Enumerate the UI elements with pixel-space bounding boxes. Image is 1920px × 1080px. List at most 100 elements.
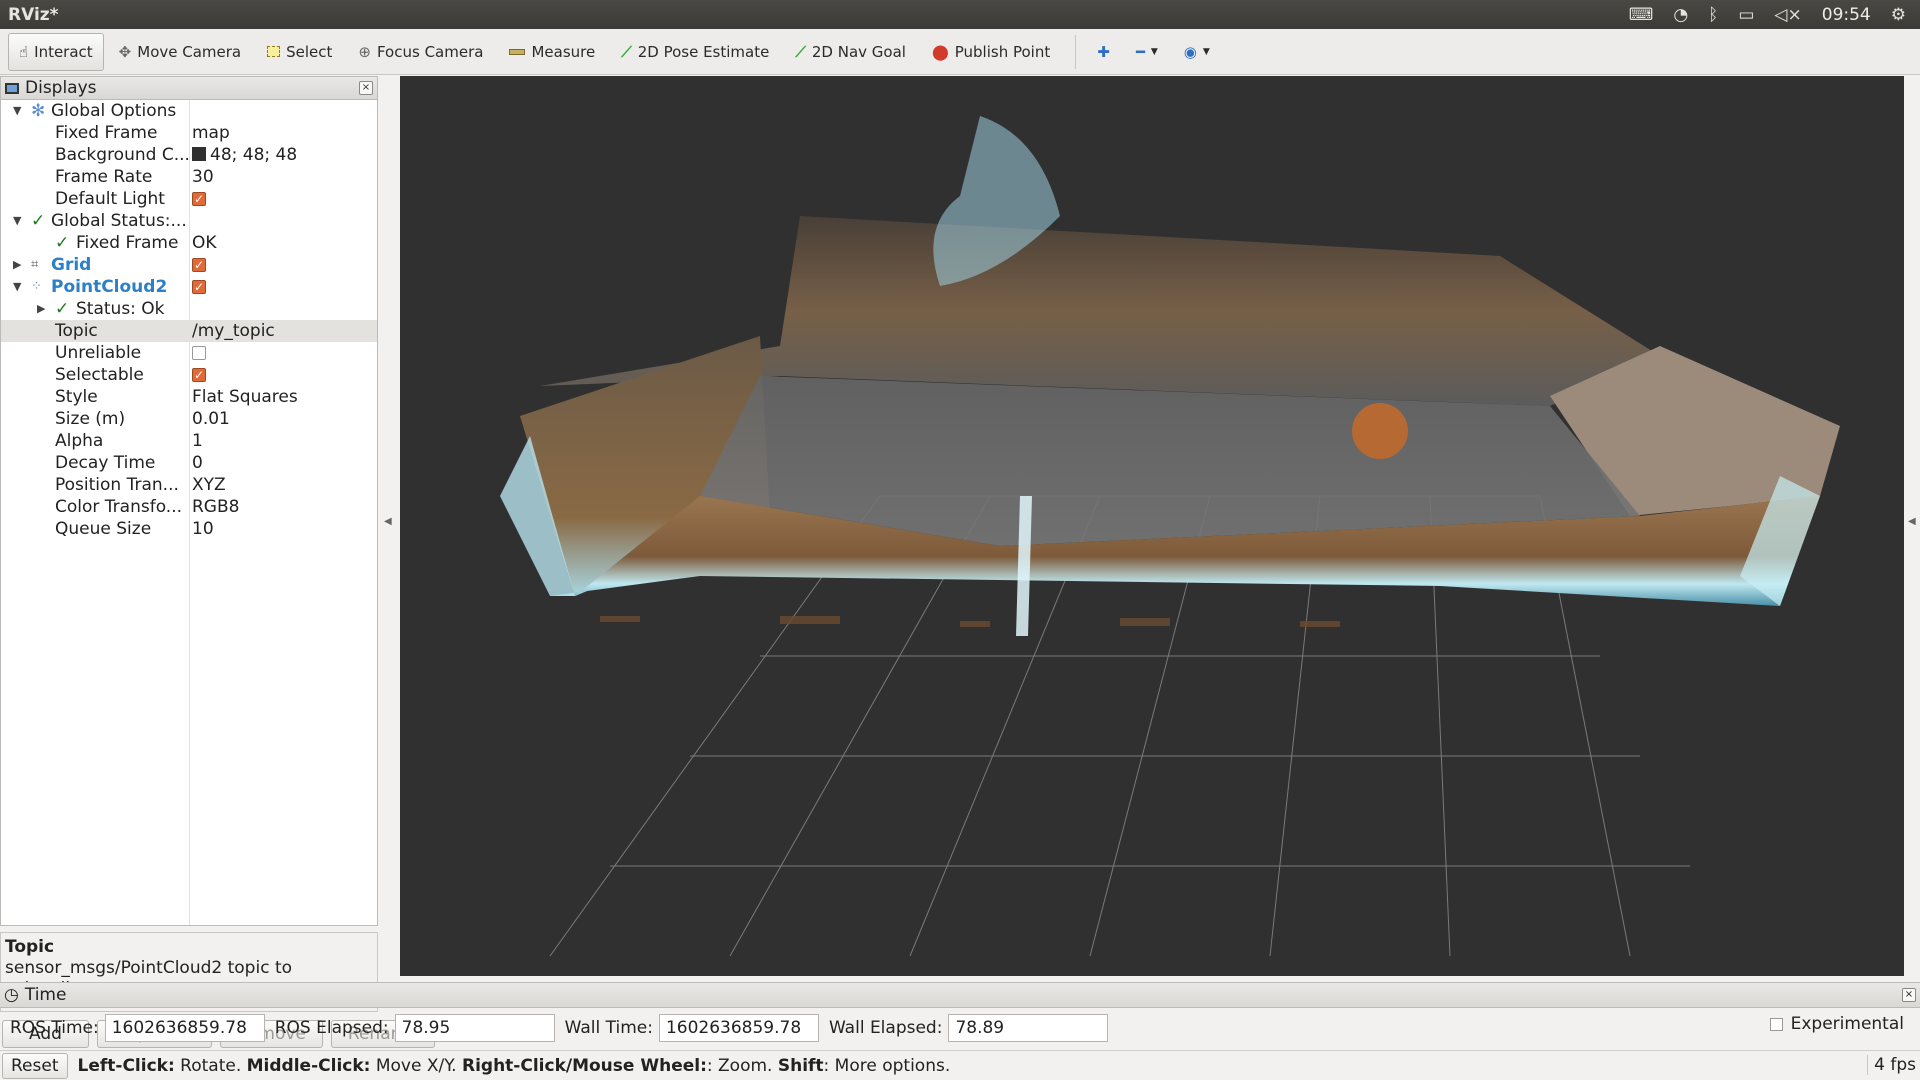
row-value[interactable]: RGB8 xyxy=(192,496,239,518)
row-value[interactable]: 0 xyxy=(192,452,203,474)
minus-icon: ━ xyxy=(1135,42,1145,61)
unreliable-checkbox[interactable] xyxy=(192,342,206,364)
tree-row-default-light[interactable]: Default Light xyxy=(1,188,377,210)
tree-row-decay-time[interactable]: Decay Time 0 xyxy=(1,452,377,474)
time-panel: ROS Time: 1602636859.78 ROS Elapsed: 78.… xyxy=(0,1010,1920,1046)
collapse-arrow-icon[interactable]: ▶ xyxy=(13,254,21,276)
grid-enabled-checkbox[interactable] xyxy=(192,254,206,276)
displays-header: Displays × xyxy=(0,76,378,100)
checkbox-unchecked-icon xyxy=(1769,1017,1783,1031)
status-bar: Reset Left-Click: Rotate. Middle-Click: … xyxy=(0,1050,1920,1080)
ruler-icon xyxy=(509,48,526,55)
tree-row-grid[interactable]: ▶ ⌗ Grid xyxy=(1,254,377,276)
row-value[interactable]: 0.01 xyxy=(192,408,230,430)
battery-icon[interactable]: ▭ xyxy=(1738,5,1754,25)
tree-row-fixed-frame[interactable]: Fixed Frame map xyxy=(1,122,377,144)
tree-row-alpha[interactable]: Alpha 1 xyxy=(1,430,377,452)
select-tool-button[interactable]: Select xyxy=(256,33,343,71)
bluetooth-icon[interactable]: ᛒ xyxy=(1708,5,1718,25)
row-value[interactable]: XYZ xyxy=(192,474,226,496)
right-splitter[interactable]: ◀ xyxy=(1906,76,1920,976)
hint-middle-click: Middle-Click: xyxy=(246,1055,371,1076)
wall-elapsed-field[interactable]: 78.89 xyxy=(948,1014,1109,1042)
hint-middle-click-desc: Move X/Y. xyxy=(370,1055,462,1076)
clock[interactable]: 09:54 xyxy=(1822,5,1871,25)
row-value[interactable]: 48; 48; 48 xyxy=(192,144,297,166)
tool-label: Measure xyxy=(531,42,596,61)
experimental-checkbox[interactable]: Experimental xyxy=(1769,1014,1904,1034)
tree-row-frame-rate[interactable]: Frame Rate 30 xyxy=(1,166,377,188)
left-splitter[interactable]: ◀ xyxy=(380,76,398,976)
displays-tree[interactable]: ▼ ✻ Global Options Fixed Frame map Backg… xyxy=(0,100,378,926)
wifi-icon[interactable]: ◔ xyxy=(1673,5,1688,25)
tool-label: 2D Pose Estimate xyxy=(637,42,770,61)
ros-time-field[interactable]: 1602636859.78 xyxy=(104,1014,265,1042)
close-icon[interactable]: × xyxy=(1902,988,1916,1002)
tree-row-status-ok[interactable]: ▶ ✓ Status: Ok xyxy=(1,298,377,320)
displays-panel: Displays × ▼ ✻ Global Options Fixed Fram… xyxy=(0,76,435,1048)
tree-row-position-transformer[interactable]: Position Tran... XYZ xyxy=(1,474,377,496)
row-value[interactable]: map xyxy=(192,122,230,144)
tree-row-queue-size[interactable]: Queue Size 10 xyxy=(1,518,377,540)
measure-tool-button[interactable]: Measure xyxy=(498,33,606,71)
tree-row-size[interactable]: Size (m) 0.01 xyxy=(1,408,377,430)
expand-arrow-icon[interactable]: ▼ xyxy=(13,100,21,122)
2d-pose-estimate-tool-button[interactable]: ⟋ 2D Pose Estimate xyxy=(610,33,780,71)
default-light-checkbox[interactable] xyxy=(192,188,206,210)
hint-left-click: Left-Click: xyxy=(77,1055,175,1076)
keyboard-icon[interactable]: ⌨ xyxy=(1629,5,1654,25)
tree-row-topic[interactable]: Topic /my_topic xyxy=(1,320,377,342)
interact-tool-button[interactable]: ☝ Interact xyxy=(8,32,104,71)
render-viewport[interactable] xyxy=(400,76,1904,976)
2d-nav-goal-tool-button[interactable]: ⟋ 2D Nav Goal xyxy=(784,33,917,71)
remove-tool-dropdown[interactable]: ━ ▼ xyxy=(1125,33,1169,71)
row-name: Status: Ok xyxy=(76,299,165,319)
tool-label: Publish Point xyxy=(954,42,1051,61)
row-value[interactable]: /my_topic xyxy=(192,320,275,342)
checkmark-icon: ✓ xyxy=(31,211,46,231)
tree-row-unreliable[interactable]: Unreliable xyxy=(1,342,377,364)
ros-elapsed-field[interactable]: 78.95 xyxy=(394,1014,555,1042)
tree-row-pointcloud2[interactable]: ▼ ⁘ PointCloud2 xyxy=(1,276,377,298)
hint-shift-desc: : More options. xyxy=(823,1055,951,1076)
checkbox-checked-icon xyxy=(192,364,206,386)
pin-icon: ⬤ xyxy=(931,42,949,61)
chevron-down-icon: ▼ xyxy=(1202,46,1210,57)
color-swatch xyxy=(192,147,206,161)
ros-elapsed-label: ROS Elapsed: xyxy=(274,1018,389,1038)
tree-row-background-color[interactable]: Background C... 48; 48; 48 xyxy=(1,144,377,166)
tree-row-color-transformer[interactable]: Color Transfo... RGB8 xyxy=(1,496,377,518)
monitor-icon xyxy=(5,82,19,94)
tree-row-style[interactable]: Style Flat Squares xyxy=(1,386,377,408)
move-camera-tool-button[interactable]: ✥ Move Camera xyxy=(108,33,252,71)
add-tool-button[interactable]: ✚ xyxy=(1086,33,1121,71)
pointcloud-enabled-checkbox[interactable] xyxy=(192,276,206,298)
tree-row-global-options[interactable]: ▼ ✻ Global Options xyxy=(1,100,377,122)
close-icon[interactable]: × xyxy=(359,81,373,95)
focus-camera-tool-button[interactable]: ⊕ Focus Camera xyxy=(347,33,494,71)
selectable-checkbox[interactable] xyxy=(192,364,206,386)
grid-icon: ⌗ xyxy=(31,257,39,272)
row-name: Background C... xyxy=(55,145,190,165)
tree-row-fixed-frame-status[interactable]: ✓ Fixed Frame OK xyxy=(1,232,377,254)
row-value[interactable]: 1 xyxy=(192,430,203,452)
row-value[interactable]: Flat Squares xyxy=(192,386,298,408)
row-name: Frame Rate xyxy=(55,167,153,187)
wall-time-field[interactable]: 1602636859.78 xyxy=(658,1014,819,1042)
view-tool-dropdown[interactable]: ◉ ▼ xyxy=(1173,33,1221,71)
expand-arrow-icon[interactable]: ▼ xyxy=(13,210,21,232)
row-name: Unreliable xyxy=(55,343,142,363)
reset-button[interactable]: Reset xyxy=(2,1052,68,1079)
row-name: Size (m) xyxy=(55,409,126,429)
publish-point-tool-button[interactable]: ⬤ Publish Point xyxy=(921,33,1061,71)
tree-row-selectable[interactable]: Selectable xyxy=(1,364,377,386)
expand-arrow-icon[interactable]: ▼ xyxy=(13,276,21,298)
volume-muted-icon[interactable]: ◁× xyxy=(1774,5,1801,25)
gear-icon[interactable]: ⚙ xyxy=(1891,5,1906,25)
row-value[interactable]: 10 xyxy=(192,518,214,540)
collapse-arrow-icon[interactable]: ▶ xyxy=(37,298,45,320)
tree-row-global-status[interactable]: ▼ ✓ Global Status:... xyxy=(1,210,377,232)
row-name: Queue Size xyxy=(55,519,152,539)
row-value[interactable]: 30 xyxy=(192,166,214,188)
row-name: Grid xyxy=(51,255,92,275)
